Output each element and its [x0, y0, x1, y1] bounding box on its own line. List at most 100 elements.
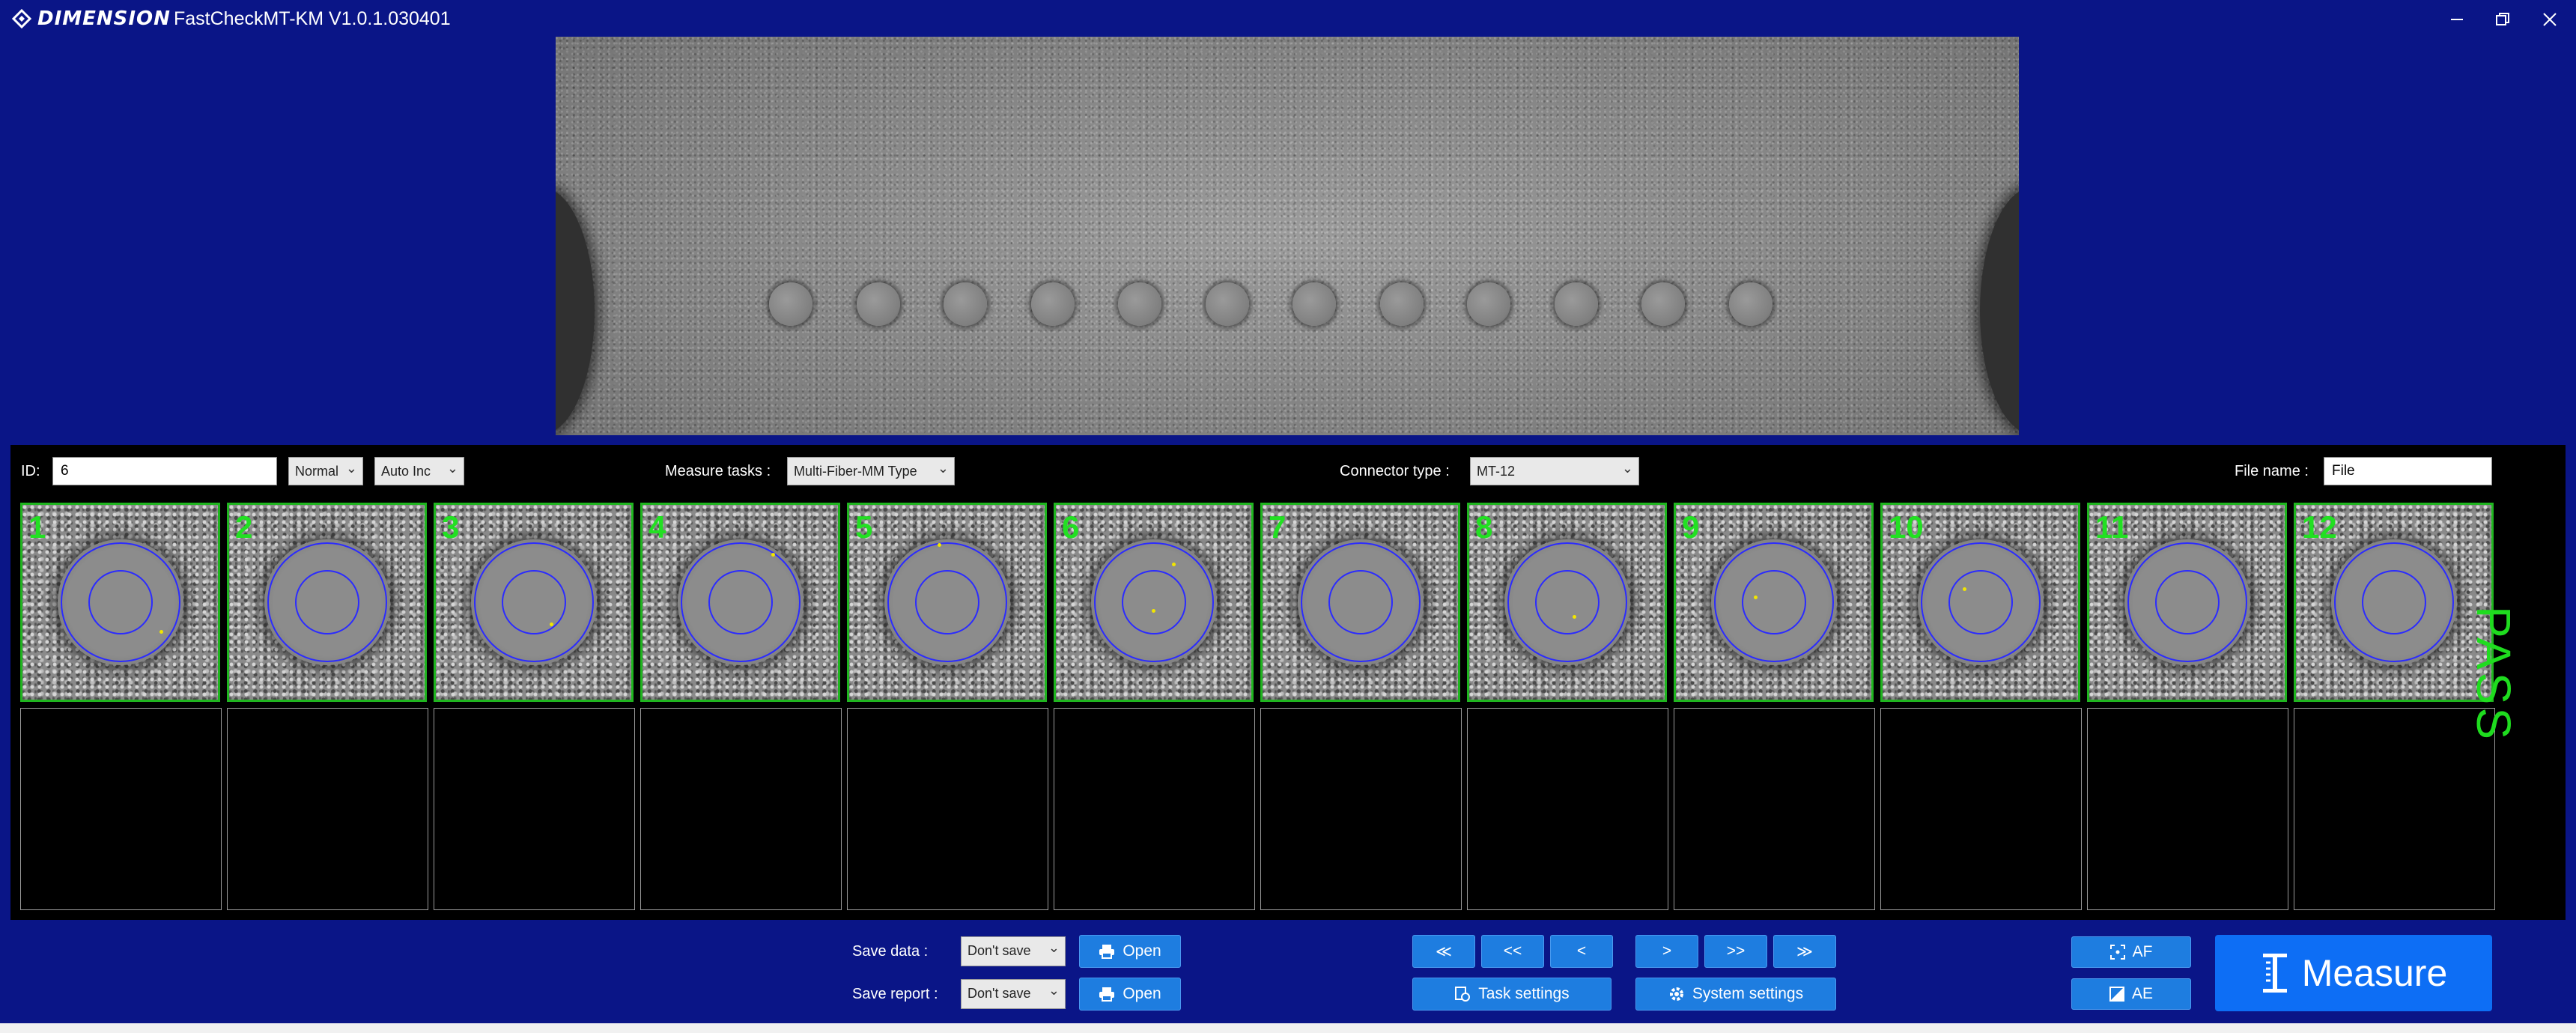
gear-icon	[1669, 987, 1683, 1001]
save-report-select[interactable]: Don't save	[961, 979, 1066, 1009]
file-name-label: File name :	[2235, 463, 2309, 479]
minimize-icon	[2451, 19, 2463, 20]
nav-next-fast-label: >>	[1726, 942, 1746, 960]
fiber-result-box	[1054, 708, 1255, 910]
nav-last-label: ≫	[1796, 942, 1813, 960]
fiber-result-box	[227, 708, 428, 910]
restore-icon	[2496, 13, 2509, 25]
ferrule-fiber-hole	[1292, 282, 1336, 326]
ferrule-fiber-hole	[1467, 282, 1510, 326]
title-bar: DIMENSION FastCheckMT-KM V1.0.1.030401	[0, 0, 2576, 37]
nav-next-button[interactable]: >	[1635, 935, 1698, 968]
core-ring	[1121, 570, 1186, 634]
nav-prev-fast-button[interactable]: <<	[1481, 935, 1544, 968]
printer-icon	[1099, 987, 1115, 1002]
autoexposure-button[interactable]: AE	[2071, 978, 2191, 1010]
brand-logo: DIMENSION	[12, 7, 171, 30]
task-settings-icon	[1455, 987, 1471, 1002]
fiber-number: 6	[1062, 509, 1080, 545]
restore-button[interactable]	[2485, 4, 2521, 34]
fiber-thumbnail[interactable]: 3	[434, 503, 634, 702]
defect-marker	[550, 622, 553, 626]
task-settings-button[interactable]: Task settings	[1412, 978, 1611, 1011]
ferrule-fiber-hole	[1118, 282, 1161, 326]
fiber-result-box	[1880, 708, 2082, 910]
fiber-number: 5	[855, 509, 873, 545]
autofocus-button[interactable]: AF	[2071, 936, 2191, 968]
fiber-number: 8	[1475, 509, 1493, 545]
fiber-thumbnail[interactable]: 8	[1467, 503, 1667, 702]
fiber-number: 10	[1889, 509, 1924, 545]
defect-marker	[1754, 596, 1758, 599]
fiber-number: 2	[235, 509, 253, 545]
ferrule-fiber-hole	[1031, 282, 1075, 326]
core-ring	[914, 570, 979, 634]
defect-marker	[938, 543, 941, 547]
ferrule-fiber-hole	[769, 282, 812, 326]
fiber-result-box	[1467, 708, 1668, 910]
fiber-thumbnail[interactable]: 5	[847, 503, 1047, 702]
nav-prev-button[interactable]: <	[1550, 935, 1613, 968]
measure-icon	[2262, 954, 2287, 993]
ferrule-fiber-hole	[1380, 282, 1424, 326]
defect-marker	[1172, 563, 1176, 566]
fiber-number: 12	[2302, 509, 2337, 545]
save-data-select[interactable]: Don't save	[961, 936, 1066, 966]
save-report-label: Save report :	[852, 986, 938, 1002]
mode-select[interactable]: Normal	[288, 457, 363, 485]
ferrule-fiber-hole	[1729, 282, 1772, 326]
close-icon	[2543, 13, 2557, 26]
core-ring	[88, 570, 153, 634]
nav-next-fast-button[interactable]: >>	[1704, 935, 1767, 968]
id-label: ID:	[21, 463, 40, 479]
measure-label: Measure	[2301, 952, 2448, 994]
fiber-result-box	[2294, 708, 2495, 910]
fiber-result-box	[847, 708, 1048, 910]
increment-select[interactable]: Auto Inc	[374, 457, 464, 485]
fiber-number: 1	[28, 509, 46, 545]
guide-pin-right	[1980, 187, 2019, 434]
app-title: FastCheckMT-KM V1.0.1.030401	[174, 8, 451, 29]
fiber-thumbnail[interactable]: 1	[20, 503, 220, 702]
core-ring	[2361, 570, 2426, 634]
fiber-thumbnail[interactable]: 12	[2294, 503, 2494, 702]
nav-first-label: ≪	[1436, 942, 1452, 960]
fiber-thumbnail[interactable]: 7	[1260, 503, 1460, 702]
id-input[interactable]: 6	[52, 457, 277, 485]
fiber-result-box	[1260, 708, 1462, 910]
connector-type-select[interactable]: MT-12	[1470, 457, 1639, 485]
fiber-thumbnail[interactable]: 10	[1880, 503, 2080, 702]
af-label: AF	[2132, 943, 2153, 960]
focus-icon	[2109, 945, 2125, 960]
nav-first-button[interactable]: ≪	[1412, 935, 1475, 968]
task-settings-label: Task settings	[1478, 985, 1570, 1002]
file-name-input[interactable]: File	[2324, 457, 2492, 485]
fiber-number: 7	[1269, 509, 1287, 545]
system-settings-button[interactable]: System settings	[1635, 978, 1836, 1011]
fiber-thumbnail[interactable]: 11	[2087, 503, 2287, 702]
camera-live-view	[556, 37, 2019, 435]
fiber-result-box	[2087, 708, 2288, 910]
connector-type-label: Connector type :	[1340, 463, 1450, 479]
fiber-result-box	[434, 708, 635, 910]
nav-last-button[interactable]: ≫	[1773, 935, 1836, 968]
fiber-thumbnail[interactable]: 2	[227, 503, 427, 702]
fiber-thumbnail[interactable]: 9	[1674, 503, 1874, 702]
open-data-label: Open	[1123, 942, 1161, 960]
pass-status: PASS	[2467, 606, 2521, 742]
close-button[interactable]	[2532, 4, 2568, 34]
measure-tasks-select[interactable]: Multi-Fiber-MM Type	[787, 457, 955, 485]
fiber-thumbnail[interactable]: 4	[640, 503, 840, 702]
fiber-number: 4	[648, 509, 666, 545]
core-ring	[708, 570, 773, 634]
fiber-result-box	[640, 708, 842, 910]
open-report-label: Open	[1123, 985, 1161, 1002]
open-report-button[interactable]: Open	[1079, 978, 1181, 1011]
fiber-number: 3	[442, 509, 460, 545]
guide-pin-left	[556, 187, 595, 434]
measure-button[interactable]: Measure	[2215, 935, 2492, 1011]
minimize-button[interactable]	[2439, 4, 2475, 34]
ferrule-fiber-hole	[1641, 282, 1685, 326]
open-data-button[interactable]: Open	[1079, 935, 1181, 968]
fiber-thumbnail[interactable]: 6	[1054, 503, 1254, 702]
